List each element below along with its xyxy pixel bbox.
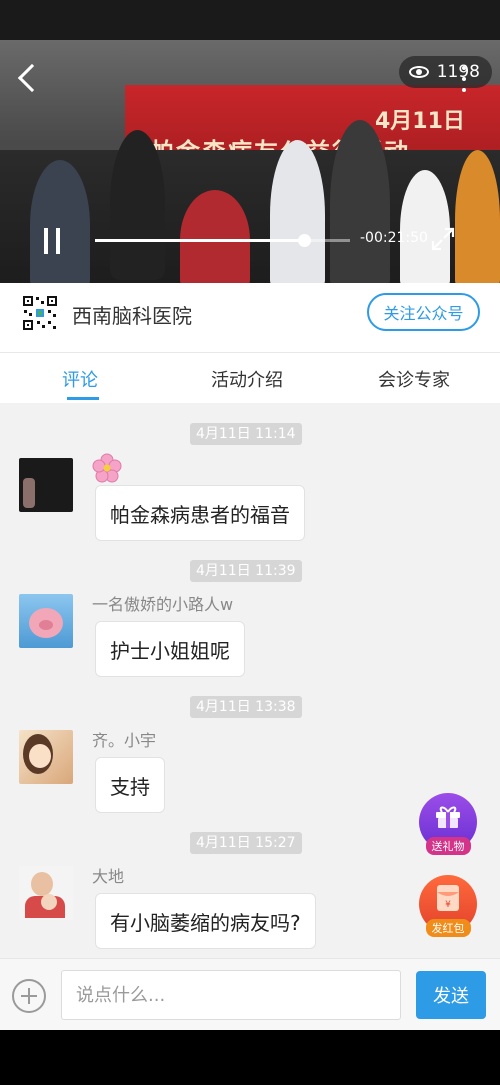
red-packet-button[interactable]: ¥ 发红包	[419, 875, 477, 937]
flower-icon	[92, 453, 122, 483]
red-packet-icon: ¥	[437, 885, 459, 911]
message-bubble: 有小脑萎缩的病友吗?	[95, 893, 316, 949]
user-nickname: 齐。小宇	[92, 731, 157, 750]
tab-bar: 评论 活动介绍 会诊专家	[0, 353, 500, 403]
more-options-icon[interactable]	[462, 66, 466, 99]
progress-fill	[95, 239, 305, 242]
message-timestamp: 4月11日 13:38	[190, 696, 302, 718]
send-gift-label: 送礼物	[425, 837, 471, 855]
follow-account-button[interactable]: 关注公众号	[367, 293, 480, 331]
comment-input[interactable]	[61, 970, 401, 1020]
progress-knob[interactable]	[298, 234, 312, 247]
qr-code-icon[interactable]	[22, 295, 58, 331]
view-count: 1198	[436, 62, 480, 82]
pause-icon[interactable]	[44, 228, 60, 254]
comment-input-bar: 发送	[0, 958, 500, 1030]
time-remaining: -00:21:50	[360, 230, 428, 246]
red-packet-label: 发红包	[425, 919, 471, 937]
svg-text:¥: ¥	[445, 900, 451, 910]
send-gift-button[interactable]: 送礼物	[419, 793, 477, 855]
avatar[interactable]	[19, 730, 73, 784]
account-name: 西南脑科医院	[72, 304, 192, 328]
eye-icon	[408, 66, 429, 78]
tab-activity-intro[interactable]: 活动介绍	[211, 366, 283, 392]
fullscreen-icon[interactable]	[430, 226, 456, 252]
message-timestamp: 4月11日 15:27	[190, 832, 302, 854]
comment-list[interactable]: 4月11日 11:14 帕金森病患者的福音 4月11日 11:39 一名傲娇的小…	[0, 403, 500, 958]
message-bubble: 支持	[95, 757, 165, 813]
avatar[interactable]	[19, 594, 73, 648]
active-tab-indicator	[67, 397, 99, 400]
tab-experts[interactable]: 会诊专家	[378, 366, 450, 392]
tab-comments[interactable]: 评论	[62, 366, 98, 392]
message-timestamp: 4月11日 11:14	[190, 423, 302, 445]
gift-icon	[436, 806, 460, 828]
video-player[interactable]: 4月11日 帕金森病友公益行活动 1198	[0, 40, 500, 283]
add-attachment-button[interactable]	[12, 979, 46, 1013]
avatar[interactable]	[19, 866, 73, 920]
user-nickname: 大地	[92, 867, 125, 886]
user-nickname: 一名傲娇的小路人w	[92, 595, 234, 614]
status-bar	[0, 0, 500, 40]
navigation-area	[0, 1030, 500, 1085]
message-bubble: 护士小姐姐呢	[95, 621, 245, 677]
banner-date: 4月11日	[375, 109, 465, 134]
view-count-badge: 1198	[398, 56, 492, 88]
avatar[interactable]	[19, 458, 73, 512]
account-row: 西南脑科医院 关注公众号	[0, 283, 500, 353]
message-bubble: 帕金森病患者的福音	[95, 485, 305, 541]
video-progress-bar[interactable]	[95, 234, 350, 247]
message-timestamp: 4月11日 11:39	[190, 560, 302, 582]
video-crowd	[0, 120, 500, 283]
send-button[interactable]: 发送	[416, 971, 486, 1019]
